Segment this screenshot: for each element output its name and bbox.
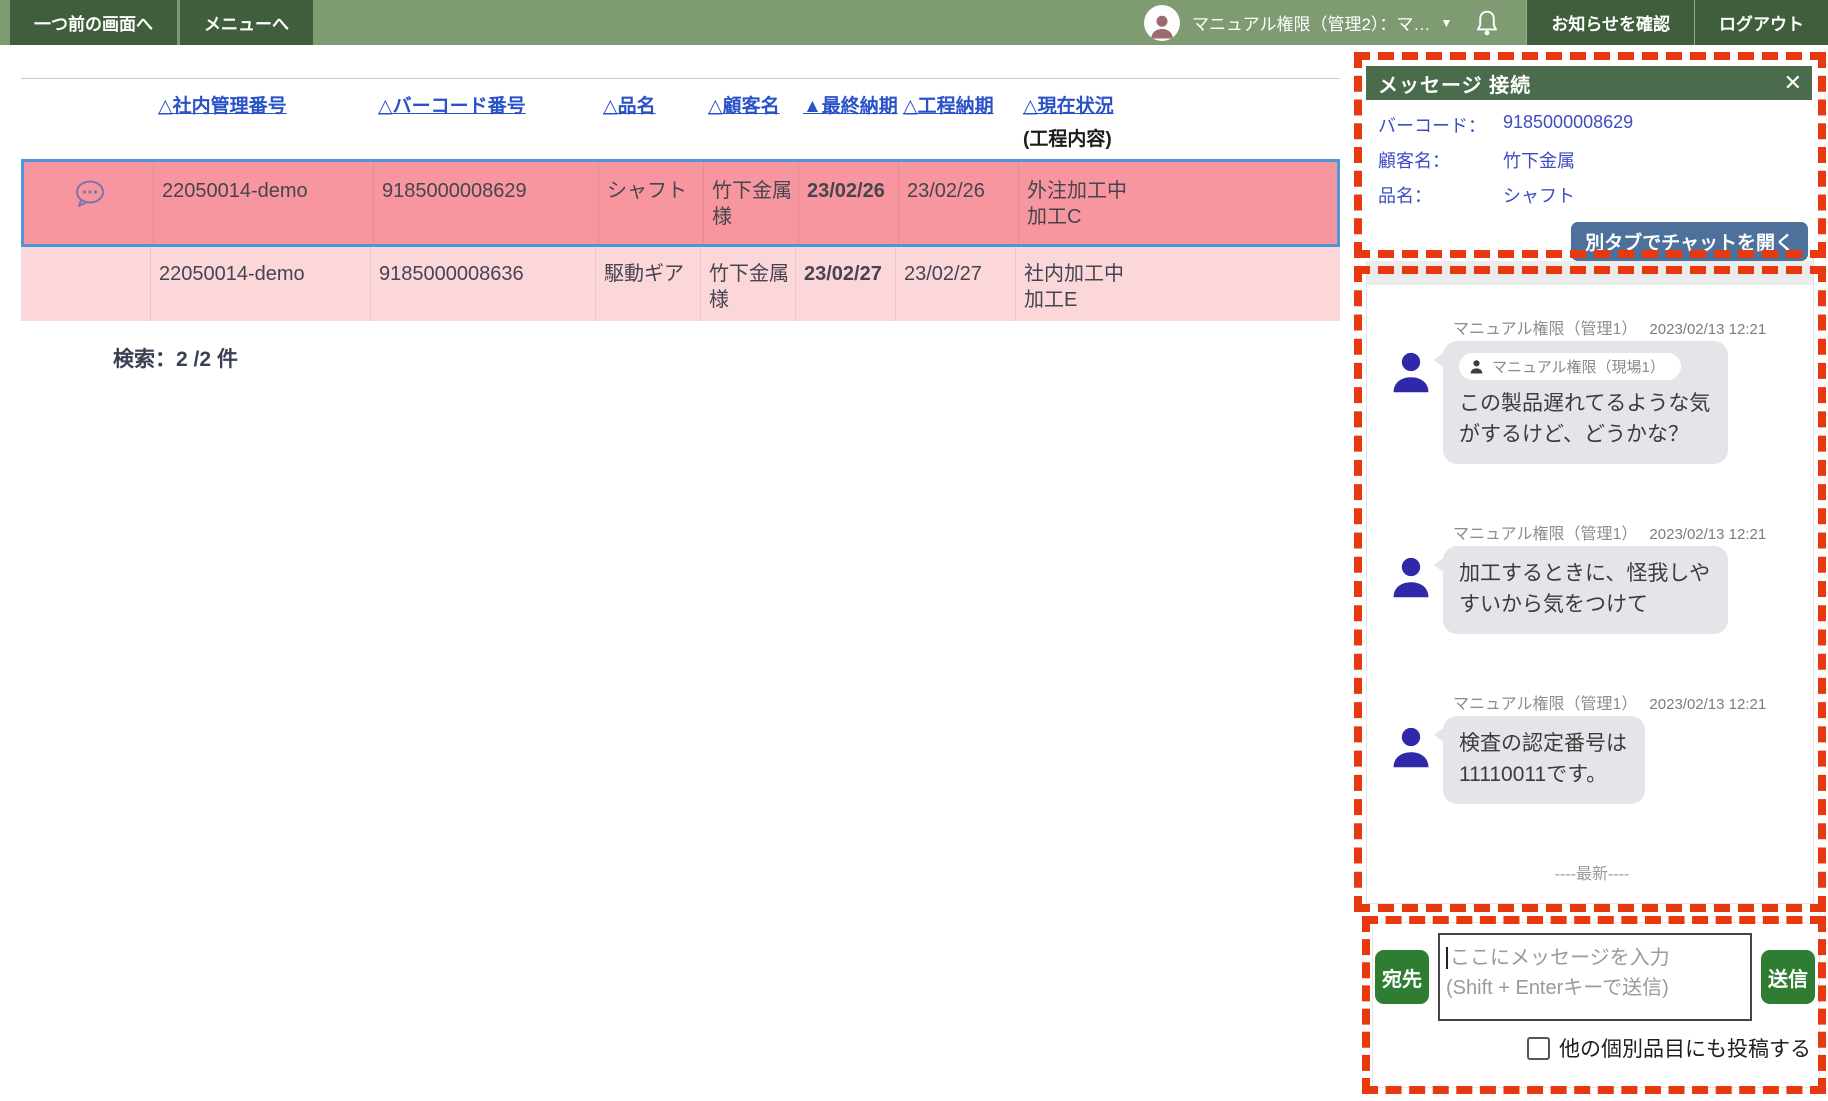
search-result-count: 検索：2 /2 件 [113, 343, 1340, 373]
cell-barcode-no: 9185000008636 [370, 247, 595, 321]
cell-current-status: 社内加工中 加工E [1015, 247, 1340, 321]
cell-barcode-no: 9185000008629 [373, 162, 598, 244]
cell-process-due: 23/02/26 [898, 162, 1018, 244]
message-info-rows: バーコード： 9185000008629 顧客名： 竹下金属 品名： シャフト [1366, 100, 1812, 208]
mention-tag: マニュアル権限（現場1） [1459, 353, 1681, 380]
message-timestamp: 2023/02/13 12:21 [1649, 321, 1766, 338]
checkbox-label: 他の個別品目にも投稿する [1559, 1033, 1811, 1063]
open-chat-new-tab-button[interactable]: 別タブでチャットを開く [1571, 222, 1808, 261]
message-author: マニュアル権限（管理1） [1453, 520, 1637, 544]
column-barcode-no[interactable]: △バーコード番号 [378, 96, 526, 117]
user-menu-label[interactable]: マニュアル権限（管理2）：マ… [1192, 10, 1430, 35]
message-timestamp: 2023/02/13 12:21 [1649, 526, 1766, 543]
checkbox-icon[interactable] [1527, 1037, 1550, 1060]
topbar: 一つ前の画面へ メニューへ マニュアル権限（管理2）：マ… ▼ お知らせを確認 … [0, 0, 1828, 45]
chat-message: マニュアル権限（管理1） 2023/02/13 12:21 [1389, 315, 1795, 464]
column-product-name[interactable]: △品名 [603, 96, 656, 117]
cell-customer-name: 竹下金属様 [712, 178, 792, 230]
bell-icon[interactable] [1474, 9, 1500, 37]
column-icon-spacer [21, 89, 150, 159]
cell-customer-name: 竹下金属様 [709, 261, 789, 313]
cell-product-name: シャフト [598, 162, 703, 244]
chat-scroll-area: マニュアル権限（管理1） 2023/02/13 12:21 [1367, 285, 1813, 884]
row-chat-indicator[interactable] [24, 162, 153, 244]
back-button[interactable]: 一つ前の画面へ [10, 0, 177, 45]
text-caret [1446, 947, 1448, 969]
message-info-panel: メッセージ 接続 ✕ バーコード： 9185000008629 顧客名： 竹下金… [1366, 66, 1812, 261]
cell-final-due: 23/02/27 [795, 247, 895, 321]
table-header-row: △社内管理番号 △バーコード番号 △品名 △顧客名 ▲最終納期 △工程納期 △現… [21, 79, 1340, 159]
message-panel-header: メッセージ 接続 ✕ [1366, 66, 1812, 100]
info-row-barcode: バーコード： 9185000008629 [1378, 112, 1800, 138]
column-management-no[interactable]: △社内管理番号 [158, 96, 287, 117]
row-chat-indicator-empty [21, 247, 150, 321]
message-compose-panel: 宛先 ここにメッセージを入力 (Shift + Enterキーで送信) 送信 他… [1372, 922, 1820, 1088]
column-process-due[interactable]: △工程納期 [903, 96, 994, 117]
cell-management-no: 22050014-demo [153, 162, 373, 244]
message-author: マニュアル権限（管理1） [1453, 690, 1637, 714]
message-bubble: 検査の認定番号は 11110011です。 [1443, 716, 1645, 804]
chat-message: マニュアル権限（管理1） 2023/02/13 12:21 加工するときに、怪我… [1389, 520, 1795, 634]
topbar-user-area: マニュアル権限（管理2）：マ… ▼ お知らせを確認 ログアウト [1144, 0, 1828, 45]
cell-product-name: 駆動ギア [595, 247, 700, 321]
table-row-selected[interactable]: 22050014-demo 9185000008629 シャフト 竹下金属様 2… [21, 159, 1340, 247]
caret-down-icon[interactable]: ▼ [1440, 16, 1452, 30]
recipient-button[interactable]: 宛先 [1375, 950, 1429, 1004]
send-button[interactable]: 送信 [1761, 950, 1815, 1004]
column-current-status[interactable]: △現在状況 [1023, 96, 1114, 117]
cell-final-due: 23/02/26 [798, 162, 898, 244]
chat-avatar-icon [1389, 724, 1433, 772]
notice-button[interactable]: お知らせを確認 [1526, 0, 1694, 45]
info-row-product: 品名： シャフト [1378, 182, 1800, 208]
chat-top-strip [1367, 259, 1813, 285]
message-input[interactable]: ここにメッセージを入力 (Shift + Enterキーで送信) [1438, 933, 1752, 1021]
cell-management-no: 22050014-demo [150, 247, 370, 321]
message-bubble: マニュアル権限（現場1） この製品遅れてるような気 がするけど、どうかな？ [1443, 341, 1728, 464]
cell-current-status: 外注加工中 加工C [1018, 162, 1343, 244]
menu-button[interactable]: メニューへ [180, 0, 313, 45]
person-icon [1147, 11, 1177, 41]
user-avatar-icon[interactable] [1144, 5, 1180, 41]
cell-process-due: 23/02/27 [895, 247, 1015, 321]
close-icon[interactable]: ✕ [1784, 72, 1802, 94]
latest-marker: ----最新---- [1389, 860, 1795, 884]
message-author: マニュアル権限（管理1） [1453, 315, 1637, 339]
speech-bubble-icon [72, 178, 108, 210]
message-bubble: 加工するときに、怪我しや すいから気をつけて [1443, 546, 1728, 634]
chat-avatar-icon [1389, 554, 1433, 602]
column-current-status-sub: (工程内容) [1023, 124, 1340, 151]
table-row[interactable]: 22050014-demo 9185000008636 駆動ギア 竹下金属様 2… [21, 247, 1340, 321]
column-customer-name[interactable]: △顧客名 [708, 96, 780, 117]
chat-avatar-icon [1389, 349, 1433, 397]
message-timestamp: 2023/02/13 12:21 [1649, 696, 1766, 713]
info-row-customer: 顧客名： 竹下金属 [1378, 147, 1800, 173]
post-to-other-items-option[interactable]: 他の個別品目にも投稿する [1375, 1033, 1815, 1063]
message-panel-title: メッセージ 接続 [1378, 69, 1531, 98]
logout-button[interactable]: ログアウト [1694, 0, 1828, 45]
mention-person-icon [1469, 359, 1484, 375]
screen: 一つ前の画面へ メニューへ マニュアル権限（管理2）：マ… ▼ お知らせを確認 … [0, 0, 1828, 1101]
column-final-due[interactable]: ▲最終納期 [803, 96, 898, 117]
topbar-nav: 一つ前の画面へ メニューへ [0, 0, 316, 45]
results-table: △社内管理番号 △バーコード番号 △品名 △顧客名 ▲最終納期 △工程納期 △現… [21, 78, 1340, 373]
chat-message: マニュアル権限（管理1） 2023/02/13 12:21 検査の認定番号は 1… [1389, 690, 1795, 804]
chat-message-list[interactable]: マニュアル権限（管理1） 2023/02/13 12:21 [1366, 258, 1814, 904]
